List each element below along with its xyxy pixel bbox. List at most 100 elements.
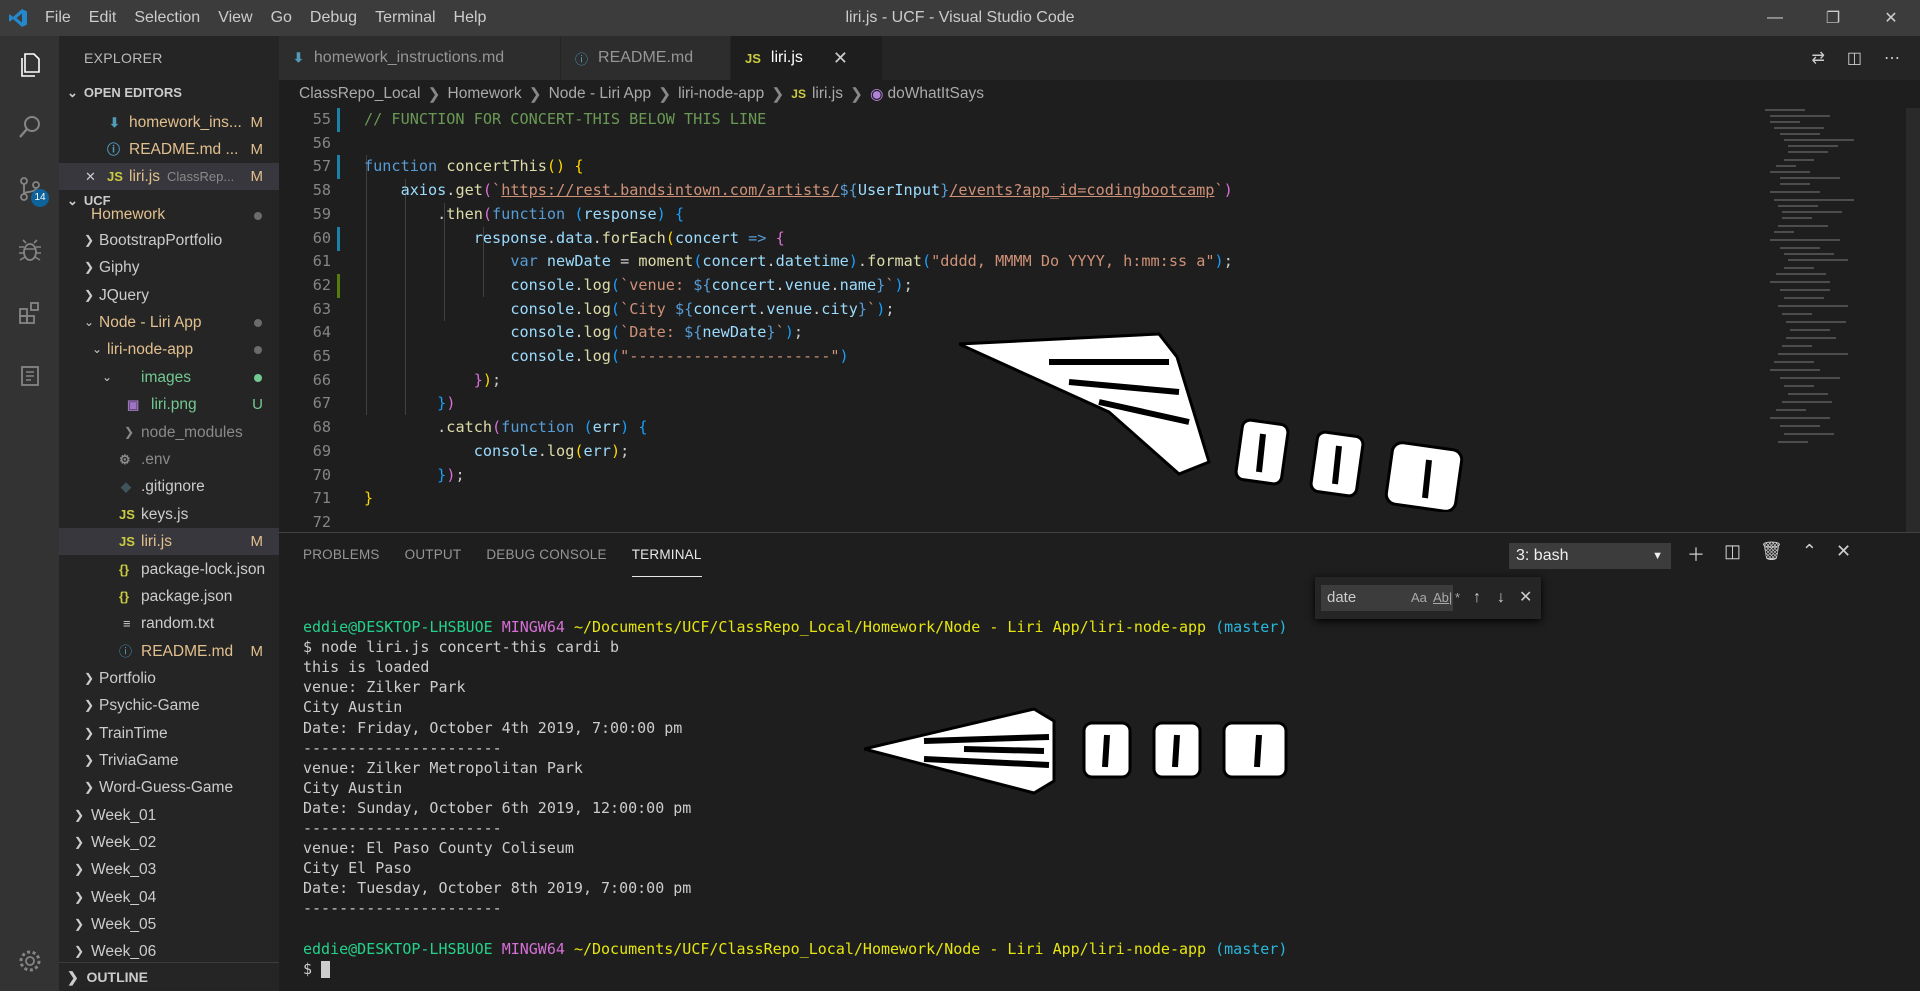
split-editor-icon[interactable]: ◫ [1847, 48, 1862, 68]
menu-go[interactable]: Go [262, 0, 301, 36]
chevron-right-icon: ❯ [83, 753, 95, 767]
breadcrumb-item[interactable]: Homework [448, 85, 522, 103]
files-icon[interactable] [0, 36, 59, 94]
breadcrumb-item[interactable]: liri-node-app [678, 85, 764, 103]
tree-folder[interactable]: ❯ TrainTime [59, 720, 279, 747]
close-find-icon[interactable]: ✕ [1519, 585, 1532, 611]
minimap[interactable] [1760, 108, 1880, 532]
tab-problems[interactable]: PROBLEMS [303, 533, 380, 577]
next-match-icon[interactable]: ↓ [1497, 585, 1505, 611]
terminal-line: venue: El Paso County Coliseum [303, 839, 574, 858]
tree-folder[interactable]: Homework [59, 208, 279, 226]
match-case-icon[interactable]: Aa [1411, 585, 1427, 611]
menu-debug[interactable]: Debug [301, 0, 366, 36]
tree-folder[interactable]: ❯ Giphy [59, 254, 279, 281]
remote-explorer-icon[interactable] [0, 346, 59, 404]
tree-folder[interactable]: ⌄ liri-node-app [59, 336, 279, 363]
open-editor-item[interactable]: ✕ JS liri.js ClassRep... M [59, 163, 279, 190]
tree-folder[interactable]: ❯ JQuery [59, 282, 279, 309]
tree-folder[interactable]: ❯ Week_04 [59, 884, 279, 911]
tab-output[interactable]: OUTPUT [405, 533, 462, 577]
outline-header[interactable]: ❯ OUTLINE [59, 962, 279, 991]
dropdown-arrow-icon: ▼ [1652, 550, 1663, 562]
tree-folder[interactable]: ❯ Portfolio [59, 665, 279, 692]
split-terminal-icon[interactable]: ◫ [1724, 541, 1741, 567]
tab-terminal[interactable]: TERMINAL [631, 533, 702, 577]
info-icon: ⓘ [107, 142, 121, 157]
close-panel-icon[interactable]: ✕ [1836, 541, 1851, 567]
tree-folder[interactable]: ❯ node_modules [59, 419, 279, 446]
tab-readme[interactable]: ⓘ README.md [561, 36, 731, 80]
chevron-right-icon: ❯ [83, 260, 95, 274]
tree-folder[interactable]: ❯ Week_03 [59, 856, 279, 883]
search-icon[interactable] [0, 98, 59, 156]
new-terminal-icon[interactable]: ＋ [1687, 541, 1705, 567]
breadcrumb-item[interactable]: liri.js [812, 85, 843, 103]
regex-icon[interactable]: * [1455, 585, 1460, 611]
breadcrumb-item[interactable]: Node - Liri App [549, 85, 652, 103]
tree-folder[interactable]: ❯ Week_02 [59, 829, 279, 856]
tree-folder[interactable]: ❯ Week_05 [59, 911, 279, 938]
markdown-icon: ⬇ [293, 50, 304, 65]
tree-file[interactable]: ⓘ README.md M [59, 638, 279, 665]
more-actions-icon[interactable]: ⋯ [1884, 48, 1900, 68]
menu-selection[interactable]: Selection [125, 0, 209, 36]
annotation-arrow-icon [864, 707, 1288, 795]
tree-folder[interactable]: ❯ Week_06 [59, 938, 279, 965]
close-icon[interactable]: ✕ [85, 163, 96, 190]
restore-icon[interactable]: ❐ [1804, 0, 1862, 36]
tree-file[interactable]: ⚙ .env [59, 446, 279, 473]
tree-file[interactable]: JS liri.js M [59, 528, 279, 555]
close-window-icon[interactable]: ✕ [1862, 0, 1920, 36]
code-editor[interactable]: 55// FUNCTION FOR CONCERT-THIS BELOW THI… [279, 108, 1920, 532]
extensions-icon[interactable] [0, 284, 59, 342]
trash-icon[interactable]: 🗑 [1760, 541, 1783, 567]
chevron-right-icon: ❯ [73, 835, 85, 849]
tree-file[interactable]: ◆ .gitignore [59, 473, 279, 500]
code-line: 55// FUNCTION FOR CONCERT-THIS BELOW THI… [312, 110, 767, 128]
menu-file[interactable]: File [36, 0, 80, 36]
chevron-right-icon: ❯ [73, 944, 85, 958]
json-icon: {} [119, 589, 130, 604]
terminal-line: ---------------------- [303, 899, 502, 918]
open-changes-icon[interactable]: ⇄ [1811, 48, 1824, 68]
close-icon[interactable]: ✕ [833, 48, 848, 69]
whole-word-icon[interactable]: Ab| [1433, 585, 1452, 611]
open-editor-item[interactable]: ⬇ homework_ins... M [59, 109, 279, 136]
tree-folder[interactable]: ⌄ images [59, 364, 279, 391]
previous-match-icon[interactable]: ↑ [1473, 585, 1481, 611]
menu-terminal[interactable]: Terminal [366, 0, 444, 36]
open-editors-header[interactable]: ⌄ OPEN EDITORS [59, 82, 279, 104]
tab-homework-instructions[interactable]: ⬇ homework_instructions.md [279, 36, 561, 80]
source-control-icon[interactable]: 14 [0, 160, 59, 218]
tab-liri-js[interactable]: JS liri.js ✕ [731, 36, 883, 80]
tree-folder[interactable]: ❯ TriviaGame [59, 747, 279, 774]
maximize-panel-icon[interactable]: ⌃ [1802, 541, 1817, 567]
tree-file[interactable]: JS keys.js [59, 501, 279, 528]
tree-folder[interactable]: ❯ Word-Guess-Game [59, 774, 279, 801]
terminal-select[interactable]: 3: bash ▼ [1509, 543, 1671, 569]
panel-tabs: PROBLEMS OUTPUT DEBUG CONSOLE TERMINAL [279, 533, 727, 577]
tree-file[interactable]: ▣ liri.png U [59, 391, 279, 418]
breadcrumb-item[interactable]: doWhatItSays [888, 85, 985, 103]
minimize-icon[interactable]: — [1746, 0, 1804, 36]
editor-scrollbar[interactable] [1906, 108, 1920, 532]
debug-icon[interactable] [0, 222, 59, 280]
tree-folder[interactable]: ❯ Week_01 [59, 802, 279, 829]
tree-file[interactable]: ≡ random.txt [59, 610, 279, 637]
settings-gear-icon[interactable] [0, 932, 59, 990]
terminal-input-line[interactable]: $ [303, 959, 1287, 979]
tree-folder[interactable]: ⌄ Node - Liri App [59, 309, 279, 336]
menu-help[interactable]: Help [445, 0, 496, 36]
tree-file[interactable]: {} package-lock.json [59, 556, 279, 583]
chevron-down-icon: ⌄ [91, 342, 103, 356]
tree-folder[interactable]: ❯ Psychic-Game [59, 692, 279, 719]
tree-file[interactable]: {} package.json [59, 583, 279, 610]
breadcrumb-item[interactable]: ClassRepo_Local [299, 85, 421, 103]
tab-debug-console[interactable]: DEBUG CONSOLE [486, 533, 606, 577]
menu-edit[interactable]: Edit [80, 0, 126, 36]
open-editor-item[interactable]: ⓘ README.md ... M [59, 136, 279, 163]
tree-folder[interactable]: ❯ BootstrapPortfolio [59, 227, 279, 254]
menu-view[interactable]: View [209, 0, 261, 36]
